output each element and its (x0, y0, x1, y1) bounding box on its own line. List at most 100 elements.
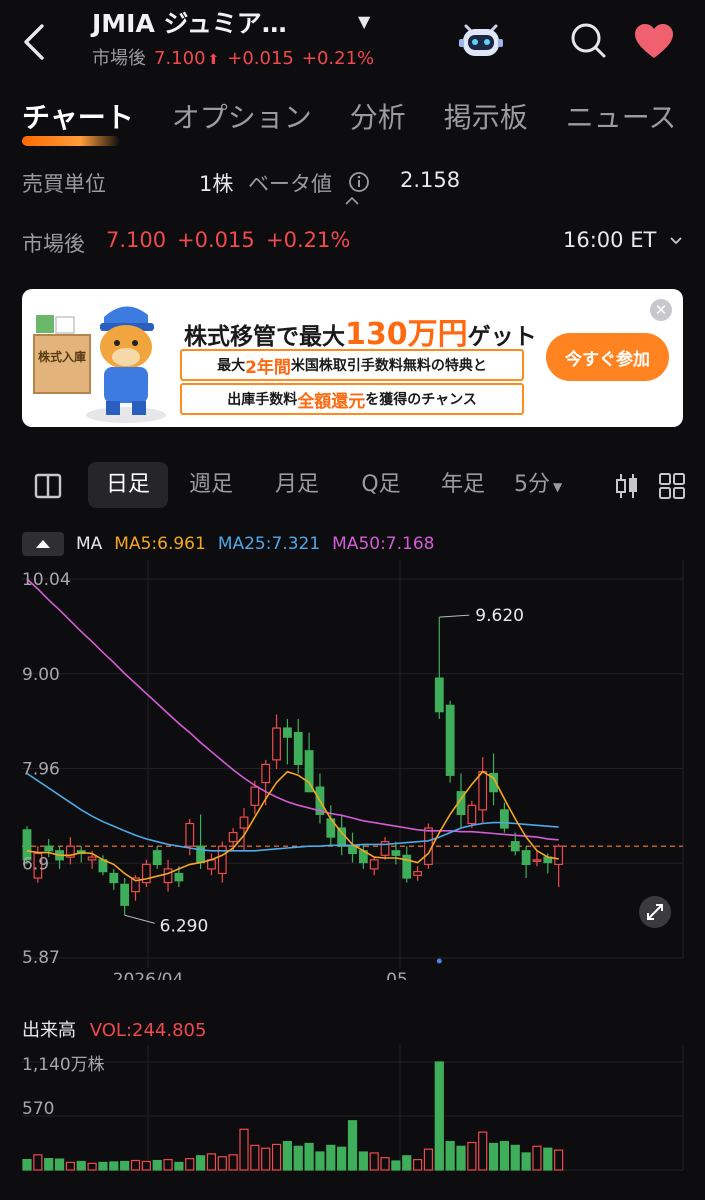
ma-label: MA (76, 534, 103, 554)
sidebar-toggle-icon[interactable] (34, 472, 62, 500)
candle-body (369, 859, 379, 870)
favorite-heart-icon[interactable] (633, 22, 675, 60)
volume-bar (174, 1161, 184, 1171)
candle-type-icon[interactable] (614, 472, 640, 500)
ah-change-pct: +0.21% (266, 228, 351, 252)
volume-bar (532, 1145, 542, 1171)
candle-body (500, 809, 509, 829)
after-hours-row: 市場後 7.100 +0.015 +0.21% 16:00 ET (22, 228, 687, 260)
period-week[interactable]: 週足 (174, 462, 248, 508)
ma50-value: MA50:7.168 (332, 534, 435, 554)
volume-bar (554, 1149, 564, 1171)
header-quote: 市場後 7.100 ⬆ +0.015 +0.21% (92, 44, 382, 70)
banner-line3-pre: 出庫手数料 (227, 392, 298, 408)
candle-body (391, 850, 401, 856)
min-callout-line (124, 914, 155, 924)
volume-bar (217, 1156, 227, 1171)
collapse-chevron-icon[interactable] (344, 196, 360, 206)
lot-label: 売買単位 (22, 172, 106, 196)
period-5min-label: 5分 (514, 472, 550, 497)
period-year[interactable]: 年足 (426, 462, 500, 508)
tab-news[interactable]: ニュース (566, 96, 677, 136)
grid-layout-icon[interactable] (658, 472, 686, 500)
tab-board[interactable]: 掲示板 (444, 96, 528, 136)
up-arrow-icon: ⬆ (207, 52, 220, 68)
volume-bar (65, 1161, 76, 1171)
mascot-illustration: 株式入庫 (33, 306, 166, 423)
promo-banner[interactable]: 株式入庫 株式移管で最大130万円ゲット 最大 2年間 米国株取引手数料無料の特典と… (22, 289, 683, 427)
volume-bar (98, 1161, 108, 1171)
search-icon[interactable] (568, 20, 608, 60)
period-quarter[interactable]: Q足 (344, 462, 418, 508)
candle-body (228, 831, 238, 843)
candle-body (44, 845, 54, 852)
candle-body (163, 868, 173, 884)
candle-body (467, 804, 477, 825)
main-tabs: チャート オプション 分析 掲示板 ニュース (22, 96, 677, 146)
banner-headline-post: ゲット (467, 324, 537, 350)
ah-price: 7.100 (106, 228, 167, 252)
candle-body (478, 771, 488, 811)
stock-title[interactable]: JMIA ジュミア… (92, 4, 287, 40)
candle-body (532, 859, 542, 862)
volume-bar (130, 1159, 141, 1171)
volume-tick-label: 1,140万株 (22, 1055, 105, 1075)
volume-chart: 1,140万株 570 (22, 1045, 684, 1171)
volume-bar (434, 1061, 444, 1171)
volume-bar (228, 1154, 238, 1171)
tab-chart[interactable]: チャート (22, 96, 134, 146)
candle-body (424, 827, 433, 865)
session-time[interactable]: 16:00 ET (563, 228, 656, 252)
expand-chart-icon[interactable] (637, 894, 673, 930)
banner-line-3: 出庫手数料 全額還元 を獲得のチャンス (180, 383, 524, 415)
join-now-button[interactable]: 今すぐ参加 (546, 333, 669, 381)
tab-analysis[interactable]: 分析 (350, 96, 406, 136)
time-chevron-icon[interactable] (669, 236, 683, 246)
banner-line3-highlight: 全額還元 (297, 391, 366, 412)
candle-body (120, 883, 130, 906)
robot-assistant-icon[interactable] (458, 18, 504, 60)
period-month[interactable]: 月足 (260, 462, 334, 508)
info-icon[interactable] (348, 171, 370, 193)
candle-body (445, 704, 455, 776)
volume-bar (120, 1160, 130, 1171)
banner-line3-post: を獲得のチャンス (365, 392, 477, 408)
candle-body (554, 845, 564, 865)
max-price-label: 9.620 (475, 606, 524, 626)
banner-line2-highlight: 2年間 (245, 357, 291, 378)
volume-header: 出来高 VOL:244.805 (22, 1016, 206, 1042)
period-day[interactable]: 日足 (88, 462, 168, 508)
volume-bar (196, 1155, 206, 1171)
volume-bar (250, 1144, 260, 1171)
volume-bar (510, 1144, 520, 1171)
volume-bar (467, 1141, 477, 1171)
mascot-box-label: 株式入庫 (38, 349, 86, 364)
volume-bar (402, 1155, 412, 1171)
y-tick-label: 7.96 (22, 760, 60, 780)
event-marker[interactable] (436, 958, 442, 964)
collapse-indicator-button[interactable] (22, 532, 64, 556)
y-tick-label: 6.9 (22, 854, 49, 874)
candle-body (272, 727, 281, 761)
tab-options[interactable]: オプション (172, 96, 312, 136)
volume-bar (22, 1158, 32, 1171)
dropdown-caret-icon[interactable]: ▼ (358, 12, 370, 31)
candle-body (152, 850, 162, 865)
volume-bar (315, 1151, 325, 1171)
candle-body (434, 677, 444, 713)
period-tabs: 日足 週足 月足 Q足 年足 5分 ▼ (22, 462, 690, 510)
volume-bar (54, 1158, 65, 1171)
min-price-label: 6.290 (160, 916, 209, 936)
back-arrow-icon[interactable] (18, 22, 58, 62)
volume-label: 出来高 (22, 1020, 76, 1041)
close-banner-icon[interactable]: ✕ (650, 299, 672, 321)
volume-bar (456, 1145, 466, 1171)
volume-bar (304, 1142, 314, 1171)
x-tick-label: 2026/04 (113, 970, 184, 980)
price-chart[interactable]: 10.04 9.00 7.96 6.9 5.87 2026/04 05 9.620 6.290 (0, 560, 705, 980)
volume-bar (141, 1160, 151, 1171)
candle-body (413, 871, 422, 876)
volume-bar (185, 1158, 195, 1171)
volume-bar (337, 1146, 347, 1171)
period-5min[interactable]: 5分 ▼ (514, 462, 584, 508)
